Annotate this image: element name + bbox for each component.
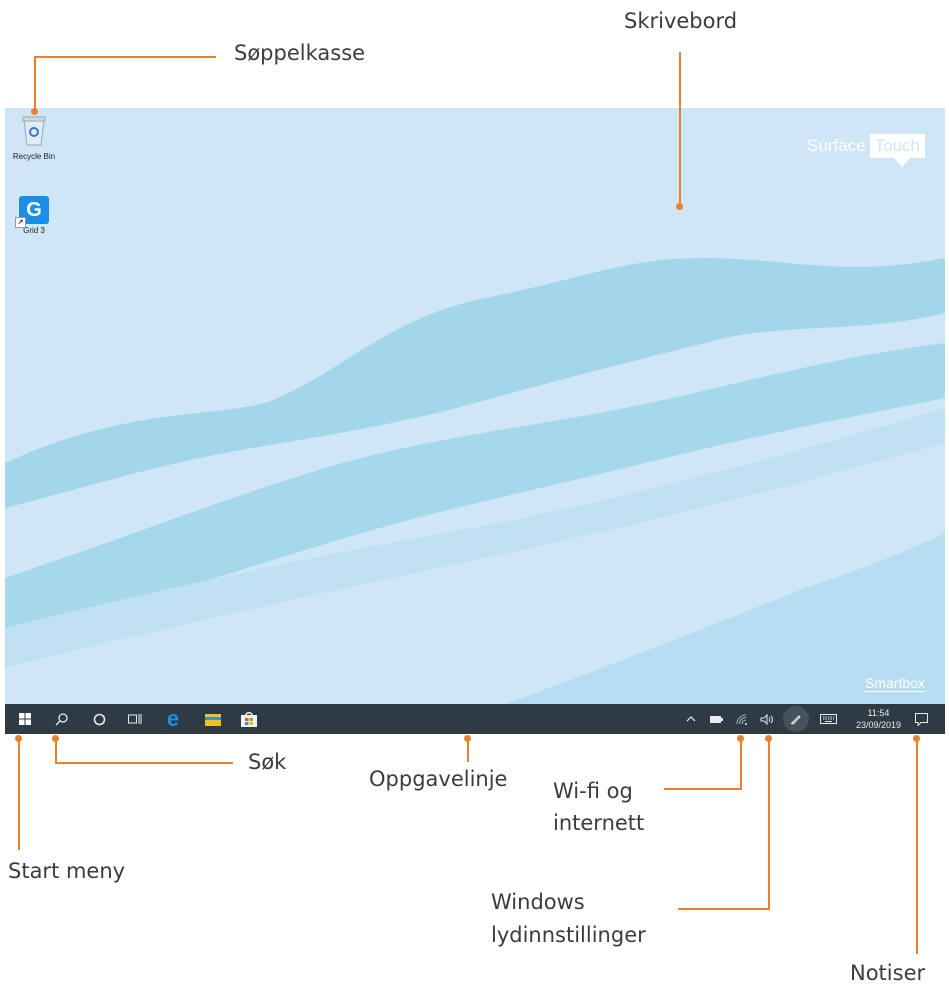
keyboard-icon (819, 714, 837, 724)
pen-workspace-button[interactable] (781, 704, 811, 734)
label-desktop: Skrivebord (624, 9, 738, 33)
label-taskbar: Oppgavelinje (369, 767, 508, 791)
desktop[interactable]: Recycle Bin G ↗ Grid 3 Surface Touch Sma… (5, 108, 945, 704)
file-explorer-button[interactable] (201, 704, 225, 734)
label-start-menu: Start meny (8, 859, 126, 883)
callout-line-notifications (916, 738, 918, 954)
callout-line-search-h (55, 762, 233, 764)
callout-line-wifi-h (664, 788, 742, 790)
label-wifi-1: Wi-fi og (553, 779, 633, 803)
task-view-button[interactable] (123, 704, 147, 734)
grid3-letter: G (26, 199, 42, 221)
action-center-button[interactable] (909, 704, 933, 734)
show-hidden-icons-button[interactable] (683, 704, 699, 734)
edge-button[interactable]: e (161, 704, 185, 734)
start-button[interactable] (13, 704, 37, 734)
callout-line-start (18, 738, 20, 850)
taskbar[interactable]: e 11:54 23/09/2019 (5, 704, 945, 734)
pen-button-bg (783, 706, 809, 732)
clock-date: 23/09/2019 (855, 720, 901, 730)
callout-dot-recycle (31, 108, 38, 115)
recycle-bin-label: Recycle Bin (12, 152, 56, 161)
label-sound-1: Windows (491, 890, 585, 914)
store-button[interactable] (237, 704, 261, 734)
callout-line-search-v (55, 738, 57, 764)
file-explorer-icon (205, 713, 221, 726)
notification-icon (914, 712, 928, 726)
search-icon (55, 712, 68, 725)
recycle-bin-icon (22, 116, 46, 146)
cortana-button[interactable] (87, 704, 111, 734)
grid3-app-icon: G ↗ (15, 196, 49, 228)
callout-line-sound-h (678, 908, 770, 910)
task-view-icon (128, 714, 142, 724)
label-notifications: Notiser (850, 961, 926, 985)
label-search: Søk (248, 750, 287, 774)
cortana-icon (93, 713, 105, 725)
search-button[interactable] (49, 704, 73, 734)
speaker-icon (760, 713, 773, 725)
battery-icon (709, 715, 723, 723)
brand-touch: Touch (869, 134, 925, 167)
callout-line-desktop (679, 52, 681, 207)
callout-line-recycle-v (34, 56, 36, 112)
edge-icon: e (166, 706, 180, 731)
wifi-button[interactable] (733, 704, 751, 734)
chevron-up-icon (686, 716, 696, 722)
wifi-icon (736, 714, 747, 725)
callout-line-taskbar (467, 738, 469, 762)
desktop-icon-grid3[interactable]: G ↗ Grid 3 (9, 196, 59, 235)
store-icon (241, 711, 257, 727)
brand-surface: Surface (807, 136, 866, 155)
touch-keyboard-button[interactable] (817, 704, 839, 734)
wallpaper-waves (5, 258, 945, 704)
clock-time: 11:54 (867, 708, 890, 718)
callout-line-wifi-v (740, 738, 742, 790)
pen-icon (790, 715, 801, 725)
desktop-icon-recycle-bin[interactable]: Recycle Bin (9, 114, 59, 161)
battery-button[interactable] (707, 704, 725, 734)
callout-line-recycle-h (34, 56, 216, 58)
sound-button[interactable] (757, 704, 777, 734)
smartbox-logo: Smartbox (865, 675, 925, 692)
label-sound-2: lydinnstillinger (491, 923, 646, 947)
label-recycle-bin: Søppelkasse (234, 41, 366, 65)
clock[interactable]: 11:54 23/09/2019 (856, 707, 901, 731)
callout-line-sound-v (768, 738, 770, 910)
shortcut-arrow-icon: ↗ (15, 217, 26, 228)
label-wifi-2: internett (553, 811, 645, 835)
windows-start-icon (19, 713, 31, 725)
callout-dot-desktop (676, 203, 683, 210)
surface-touch-logo: Surface Touch (807, 134, 925, 167)
